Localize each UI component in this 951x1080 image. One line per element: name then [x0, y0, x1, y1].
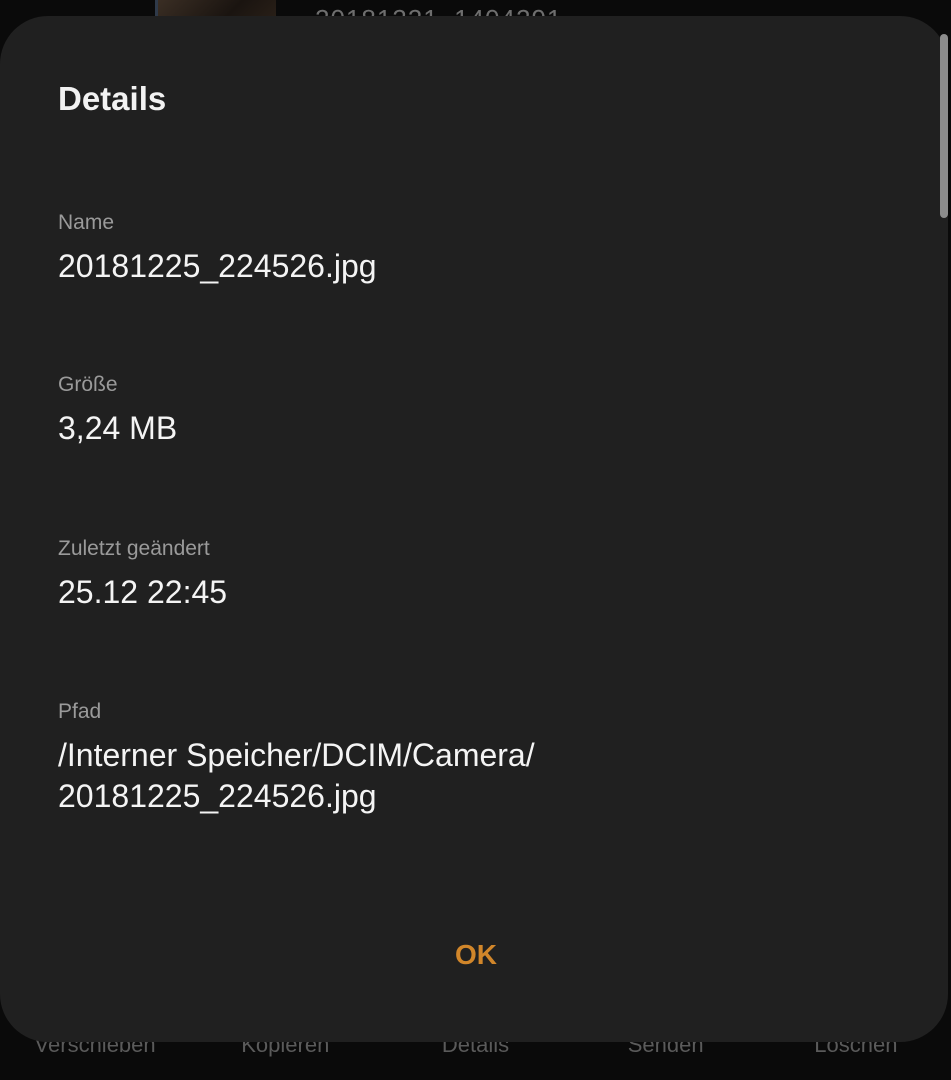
field-value: 20181225_224526.jpg — [58, 248, 377, 284]
field-last-modified: Zuletzt geändert 25.12 22:45 — [58, 536, 878, 613]
ok-button[interactable]: OK — [420, 930, 532, 980]
field-label: Größe — [58, 373, 118, 396]
details-dialog: Details Name 20181225_224526.jpg Größe 3… — [0, 16, 948, 1042]
field-value: /Interner Speicher/DCIM/Camera/ 20181225… — [58, 737, 535, 814]
field-value: 3,24 MB — [58, 410, 178, 446]
scroll-indicator[interactable] — [940, 34, 948, 218]
field-label: Name — [58, 211, 115, 234]
field-size: Größe 3,24 MB — [58, 372, 878, 449]
field-path: Pfad /Interner Speicher/DCIM/Camera/ 201… — [58, 699, 878, 817]
dialog-title: Details — [58, 80, 167, 117]
field-label: Pfad — [58, 700, 102, 723]
field-name: Name 20181225_224526.jpg — [58, 210, 878, 287]
field-label: Zuletzt geändert — [58, 537, 210, 560]
field-value: 25.12 22:45 — [58, 574, 228, 610]
